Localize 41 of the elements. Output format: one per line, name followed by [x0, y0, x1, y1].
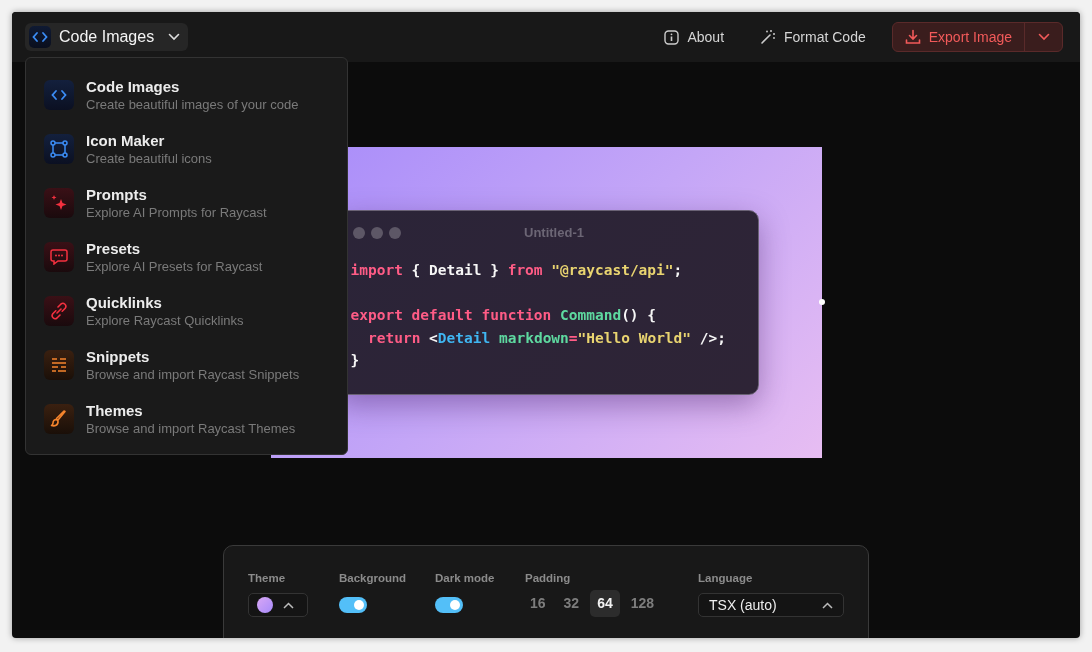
- info-icon: [664, 29, 680, 45]
- magic-wand-icon: [760, 29, 777, 45]
- padding-option[interactable]: 128: [623, 590, 662, 618]
- dark-mode-label: Dark mode: [435, 571, 496, 586]
- code-line: import { Detail } from "@raycast/api";: [350, 261, 684, 280]
- code-line: }: [350, 351, 361, 370]
- window-dot-icon: [388, 227, 401, 239]
- code-icon: [29, 26, 51, 48]
- code-line: export default function Command() {: [350, 306, 658, 325]
- resize-handle[interactable]: [818, 299, 825, 305]
- menu-item[interactable]: Quicklinks Explore Raycast Quicklinks: [44, 284, 347, 338]
- theme-label: Theme: [248, 571, 287, 586]
- background-toggle[interactable]: [339, 597, 367, 614]
- code-line: return <Detail markdown="Hello World" />;: [367, 328, 727, 348]
- app-switcher[interactable]: Code Images: [25, 23, 189, 51]
- theme-swatch-icon: [257, 597, 273, 614]
- background-label: Background: [339, 571, 408, 586]
- caret-icon: [1037, 33, 1050, 41]
- window-dot-icon: [370, 227, 383, 239]
- padding-option[interactable]: 64: [590, 590, 620, 618]
- window-dot-icon: [352, 227, 365, 239]
- padding-option[interactable]: 32: [556, 590, 587, 618]
- chevron-up-icon: [822, 601, 833, 609]
- theme-picker[interactable]: [248, 593, 308, 618]
- format-code-button[interactable]: Format Code: [750, 22, 876, 52]
- download-icon: [904, 29, 921, 45]
- about-button[interactable]: About: [654, 22, 735, 52]
- menu-item[interactable]: Code Images Create beautiful images of your code: [44, 68, 347, 122]
- menu-item[interactable]: Icon Maker Create beautiful icons: [44, 122, 347, 176]
- menu-item[interactable]: Snippets Browse and import Raycast Snippets: [44, 338, 347, 392]
- dark-mode-toggle[interactable]: [435, 597, 463, 614]
- menu-item[interactable]: Prompts Explore AI Prompts for Raycast: [44, 176, 347, 230]
- chevron-up-icon: [283, 601, 294, 609]
- language-select[interactable]: TSX (auto): [698, 593, 844, 618]
- padding-option[interactable]: 16: [523, 590, 553, 618]
- menu-item[interactable]: Presets Explore AI Presets for Raycast: [44, 230, 347, 284]
- window-title: Untitled-1: [523, 224, 585, 243]
- padding-label: Padding: [525, 571, 572, 586]
- language-label: Language: [698, 571, 754, 586]
- code-icon: [44, 80, 74, 110]
- menu-item[interactable]: Themes Browse and import Raycast Themes: [44, 392, 347, 446]
